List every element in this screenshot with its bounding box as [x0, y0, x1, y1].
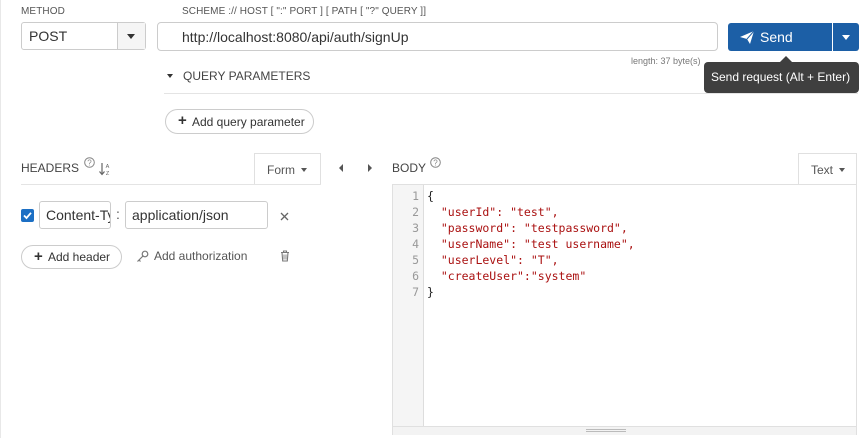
query-parameters-toggle[interactable]: QUERY PARAMETERS: [164, 68, 694, 94]
add-header-button[interactable]: + Add header: [21, 245, 122, 269]
sort-alpha-icon[interactable]: A Z: [99, 162, 111, 176]
svg-text:?: ?: [87, 159, 92, 168]
add-query-parameter-label: Add query parameter: [192, 115, 305, 129]
query-divider: [164, 93, 858, 94]
line-number: 7: [412, 285, 419, 299]
chevron-down-icon: [839, 168, 845, 172]
line-number: 3: [412, 221, 419, 235]
chevron-down-icon: [842, 35, 850, 40]
add-query-parameter-button[interactable]: + Add query parameter: [165, 109, 314, 134]
method-label: METHOD: [21, 6, 65, 17]
line-number: 2: [412, 205, 419, 219]
plus-icon: +: [34, 248, 43, 265]
code-line: {: [427, 189, 434, 203]
body-mode-select[interactable]: Text: [798, 153, 857, 184]
line-number: 4: [412, 237, 419, 251]
header-separator: :: [116, 206, 120, 222]
code-line: "userId": "test",: [427, 205, 559, 219]
header-name-input[interactable]: Content-Type: [39, 201, 111, 229]
code-line: "userLevel": "T",: [427, 253, 559, 267]
help-icon[interactable]: ?: [430, 157, 441, 168]
body-editor[interactable]: 1 2 3 4 5 6 7 { "userId": "test", "passw…: [392, 184, 857, 435]
editor-resize-handle[interactable]: [393, 426, 856, 435]
code-line: }: [427, 285, 434, 299]
headers-mode-label: Form: [267, 163, 295, 177]
add-authorization-label: Add authorization: [154, 249, 248, 263]
headers-mode-select[interactable]: Form: [254, 153, 321, 184]
line-number: 6: [412, 269, 419, 283]
body-mode-label: Text: [811, 163, 834, 177]
plus-icon: +: [178, 112, 187, 129]
line-number-gutter: 1 2 3 4 5 6 7: [393, 185, 424, 434]
url-length: length: 37 byte(s): [631, 56, 701, 66]
key-icon: [137, 250, 149, 262]
header-enabled-checkbox[interactable]: [21, 209, 34, 222]
grip-line: [586, 429, 626, 430]
grip-line: [586, 431, 626, 432]
method-value: POST: [29, 28, 68, 44]
help-icon[interactable]: ?: [84, 157, 95, 168]
send-button[interactable]: Send: [728, 23, 832, 51]
add-header-label: Add header: [48, 250, 111, 264]
code-line: "password": "testpassword",: [427, 221, 628, 235]
chevron-down-icon: [167, 74, 173, 78]
send-options-button[interactable]: [833, 23, 859, 51]
svg-text:Z: Z: [106, 171, 110, 176]
add-authorization-button[interactable]: Add authorization: [136, 248, 251, 266]
query-parameters-title: QUERY PARAMETERS: [183, 69, 311, 83]
check-icon: [23, 212, 32, 220]
method-select[interactable]: POST: [21, 22, 146, 50]
collapse-right-icon[interactable]: [366, 163, 374, 173]
url-label: SCHEME :// HOST [ ":" PORT ] [ PATH [ "?…: [182, 6, 427, 17]
send-button-label: Send: [760, 29, 793, 45]
left-border: [0, 0, 1, 438]
chevron-down-icon: [127, 34, 135, 39]
body-title: BODY: [392, 161, 427, 175]
close-icon[interactable]: [280, 212, 289, 221]
header-value-input[interactable]: application/json: [125, 201, 268, 229]
collapse-left-icon[interactable]: [337, 163, 345, 173]
trash-icon[interactable]: [280, 250, 290, 262]
headers-divider: [21, 184, 321, 185]
line-number: 5: [412, 253, 419, 267]
url-input[interactable]: http://localhost:8080/api/auth/signUp: [157, 22, 718, 51]
line-number: 1: [412, 189, 419, 203]
code-line: "createUser":"system": [427, 269, 587, 283]
chevron-down-icon: [301, 168, 307, 172]
svg-text:?: ?: [433, 159, 438, 168]
svg-text:A: A: [106, 164, 110, 170]
headers-title: HEADERS: [21, 161, 80, 175]
send-tooltip-text: Send request (Alt + Enter): [711, 70, 851, 84]
paper-plane-icon: [740, 31, 754, 44]
method-dropdown-button[interactable]: [117, 23, 145, 49]
code-line: "userName": "test username",: [427, 237, 635, 251]
send-tooltip: Send request (Alt + Enter): [704, 56, 859, 93]
